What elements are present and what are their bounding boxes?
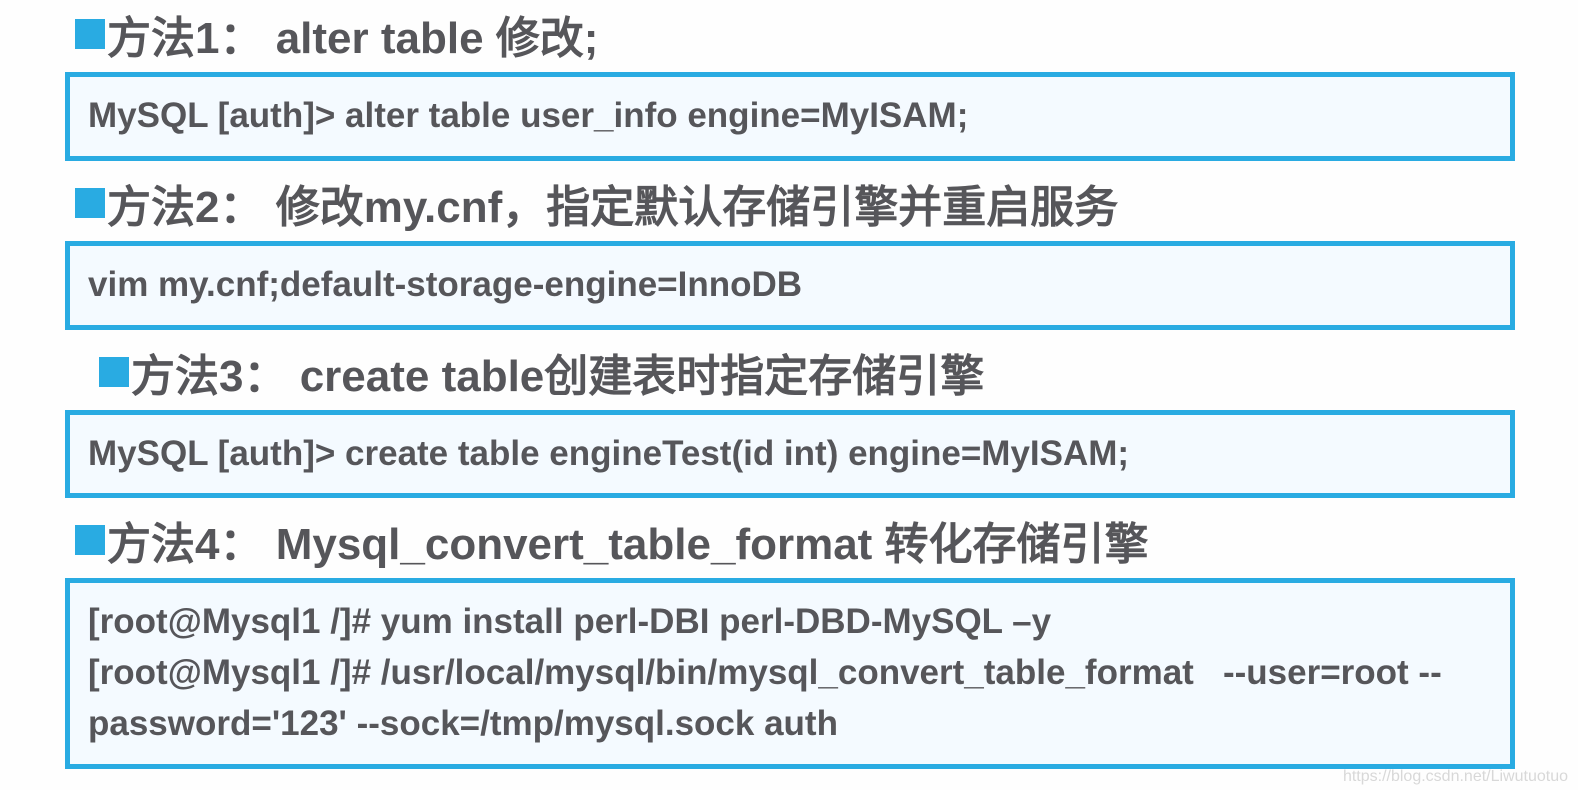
bullet-icon <box>75 19 105 49</box>
method4-title: 方法4： Mysql_convert_table_format 转化存储引擎 <box>107 508 1149 572</box>
bullet-icon <box>99 357 129 387</box>
method2-title: 方法2： 修改my.cnf，指定默认存储引擎并重启服务 <box>107 171 1118 235</box>
method2-code-box: vim my.cnf;default-storage-engine=InnoDB <box>65 241 1515 330</box>
method1-code: MySQL [auth]> alter table user_info engi… <box>88 91 1492 142</box>
method1-code-box: MySQL [auth]> alter table user_info engi… <box>65 72 1515 161</box>
method3-code-box: MySQL [auth]> create table engineTest(id… <box>65 410 1515 499</box>
method1-title: 方法1： alter table 修改; <box>107 2 598 66</box>
method4-code: [root@Mysql1 /]# yum install perl-DBI pe… <box>88 597 1492 749</box>
method4-heading: 方法4： Mysql_convert_table_format 转化存储引擎 <box>75 508 1513 572</box>
bullet-icon <box>75 188 105 218</box>
document-content: 方法1： alter table 修改; MySQL [auth]> alter… <box>0 2 1578 769</box>
method3-heading: 方法3： create table创建表时指定存储引擎 <box>99 340 1513 404</box>
method3-code: MySQL [auth]> create table engineTest(id… <box>88 429 1492 480</box>
bullet-icon <box>75 525 105 555</box>
method1-heading: 方法1： alter table 修改; <box>75 2 1513 66</box>
method3-title: 方法3： create table创建表时指定存储引擎 <box>131 340 984 404</box>
watermark: https://blog.csdn.net/Liwutuotuo <box>1343 768 1568 786</box>
method2-heading: 方法2： 修改my.cnf，指定默认存储引擎并重启服务 <box>75 171 1513 235</box>
method4-code-box: [root@Mysql1 /]# yum install perl-DBI pe… <box>65 578 1515 768</box>
method2-code: vim my.cnf;default-storage-engine=InnoDB <box>88 260 1492 311</box>
